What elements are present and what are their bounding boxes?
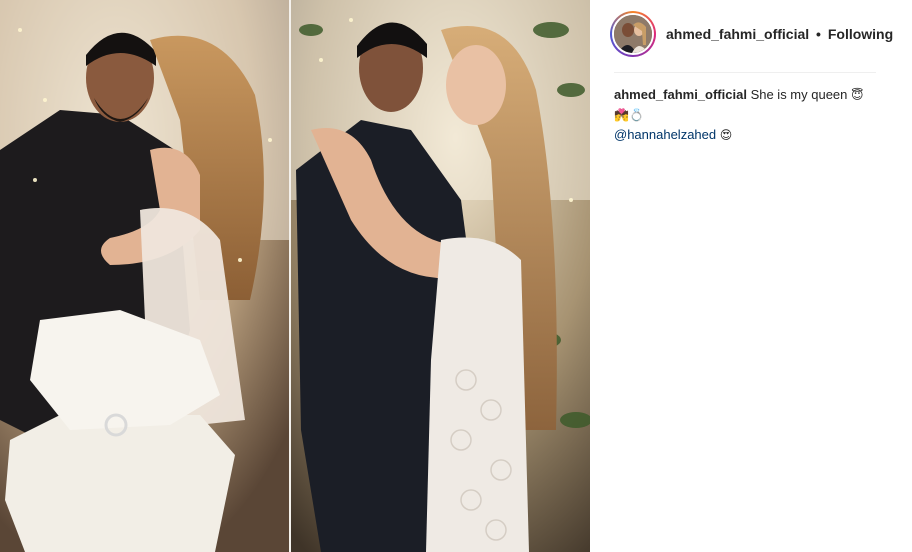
mention-link[interactable]: @hannahelzahed	[614, 127, 716, 142]
smiling-halo-emoji-icon: 😇	[851, 88, 864, 102]
caption-author[interactable]: ahmed_fahmi_official	[614, 87, 747, 102]
header-divider	[614, 72, 876, 73]
post-sidebar: ahmed_fahmi_official • Following ahmed_f…	[590, 0, 912, 552]
author-username[interactable]: ahmed_fahmi_official	[666, 26, 809, 42]
header-separator: •	[816, 26, 821, 42]
post-caption: ahmed_fahmi_official She is my queen 😇 💏…	[614, 85, 884, 145]
post-photo-left	[0, 0, 289, 552]
following-button[interactable]: Following	[828, 26, 893, 42]
heart-eyes-emoji-icon: 😍	[719, 128, 733, 142]
post-photo-right	[291, 0, 590, 552]
caption-text: She is my queen	[750, 87, 848, 102]
story-ring[interactable]	[610, 11, 656, 57]
post-header: ahmed_fahmi_official • Following	[610, 8, 893, 60]
post-media[interactable]	[0, 0, 590, 552]
avatar[interactable]	[612, 13, 654, 55]
kiss-ring-emoji-icon: 💏💍	[614, 108, 644, 122]
header-text: ahmed_fahmi_official • Following	[666, 26, 893, 42]
